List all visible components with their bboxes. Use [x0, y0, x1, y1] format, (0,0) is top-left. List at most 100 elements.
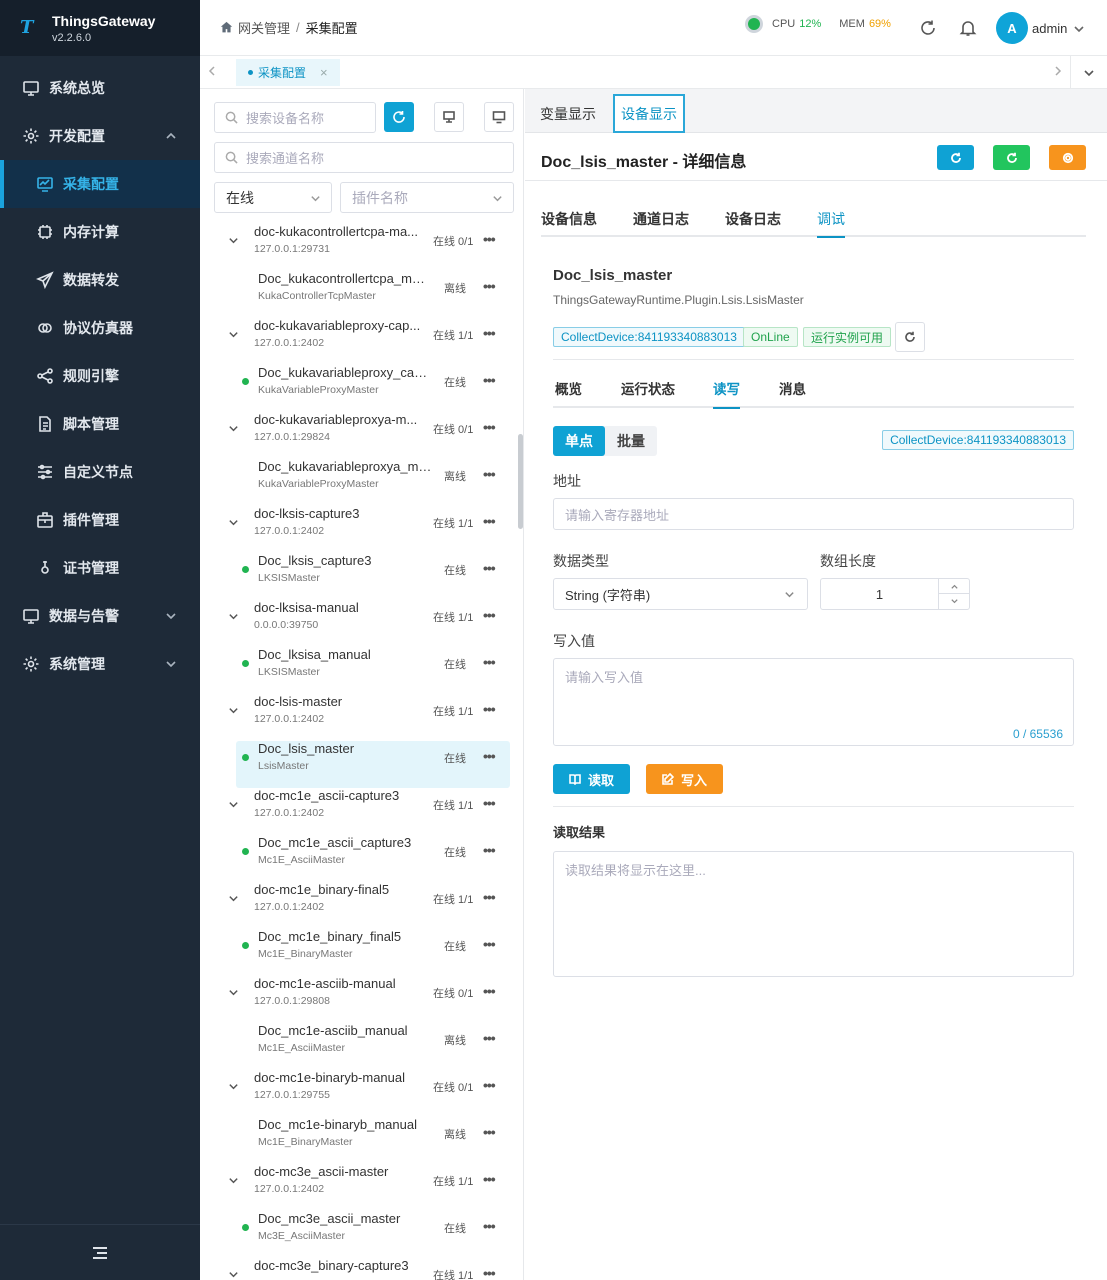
sidebar-item-6[interactable]: 规则引擎: [0, 352, 200, 400]
chevron-down-icon[interactable]: [228, 1174, 239, 1185]
device-search-input[interactable]: 搜索设备名称: [214, 102, 376, 133]
monitor-button[interactable]: [484, 102, 514, 132]
refresh-status-button[interactable]: [895, 322, 925, 352]
more-icon[interactable]: •••: [483, 936, 496, 952]
avatar[interactable]: A: [996, 12, 1028, 44]
array-length-value[interactable]: 1: [821, 579, 938, 609]
sidebar-item-11[interactable]: 数据与告警: [0, 592, 200, 640]
tree-device-node[interactable]: Doc_mc3e_ascii_master Mc3E_AsciiMaster 在线 •…: [200, 1211, 518, 1258]
tree-channel-node[interactable]: doc-lksis-capture3 127.0.0.1:2402 在线 1/1 ••…: [200, 506, 518, 553]
tab-read-write[interactable]: 读写: [713, 378, 740, 409]
more-icon[interactable]: •••: [483, 1030, 496, 1046]
sidebar-item-5[interactable]: 协议仿真器: [0, 304, 200, 352]
user-menu[interactable]: admin: [1032, 21, 1085, 36]
tree-channel-node[interactable]: doc-mc3e_binary-capture3 在线 1/1 •••: [200, 1258, 518, 1280]
bell-icon[interactable]: [959, 19, 977, 37]
chevron-down-icon[interactable]: [228, 892, 239, 903]
channel-search-input[interactable]: 搜索通道名称: [214, 142, 514, 173]
settings-device-button[interactable]: [1049, 145, 1086, 170]
tab-runtime-status[interactable]: 运行状态: [621, 378, 675, 398]
tree-channel-node[interactable]: doc-mc3e_ascii-master 127.0.0.1:2402 在线 1/…: [200, 1164, 518, 1211]
edit-device-button[interactable]: [434, 102, 464, 132]
tree-device-node[interactable]: Doc_lsis_master LsisMaster 在线 •••: [236, 741, 510, 788]
close-icon[interactable]: ×: [320, 65, 328, 80]
breadcrumb-item[interactable]: 网关管理: [238, 18, 290, 37]
mode-batch[interactable]: 批量: [605, 426, 657, 456]
sidebar-item-4[interactable]: 数据转发: [0, 256, 200, 304]
tree-device-node[interactable]: Doc_kukacontrollertcpa_man... KukaControl…: [200, 271, 518, 318]
read-result-textarea[interactable]: 读取结果将显示在这里...: [553, 851, 1074, 977]
more-icon[interactable]: •••: [483, 325, 496, 341]
refresh-tree-button[interactable]: [384, 102, 414, 132]
sidebar-collapse-button[interactable]: [0, 1224, 200, 1280]
sidebar-item-0[interactable]: 系统总览: [0, 64, 200, 112]
more-icon[interactable]: •••: [483, 842, 496, 858]
refresh-icon[interactable]: [919, 19, 937, 37]
write-button[interactable]: 写入: [646, 764, 723, 794]
more-icon[interactable]: •••: [483, 983, 496, 999]
chevron-down-icon[interactable]: [228, 328, 239, 339]
more-icon[interactable]: •••: [483, 607, 496, 623]
tree-device-node[interactable]: Doc_kukavariableproxya_ma... KukaVariable…: [200, 459, 518, 506]
tree-device-node[interactable]: Doc_lksis_capture3 LKSISMaster 在线 •••: [200, 553, 518, 600]
tree-device-node[interactable]: Doc_mc1e_binary_final5 Mc1E_BinaryMaster 在…: [200, 929, 518, 976]
data-type-select[interactable]: String (字符串): [553, 578, 808, 610]
chevron-down-icon[interactable]: [228, 234, 239, 245]
chevron-down-icon[interactable]: [228, 798, 239, 809]
chevron-down-icon[interactable]: [228, 704, 239, 715]
plugin-filter-select[interactable]: 插件名称: [340, 182, 514, 213]
more-icon[interactable]: •••: [483, 419, 496, 435]
restart-device-button[interactable]: [993, 145, 1030, 170]
write-value-textarea[interactable]: 请输入写入值 0 / 65536: [553, 658, 1074, 746]
more-icon[interactable]: •••: [483, 560, 496, 576]
tree-device-node[interactable]: Doc_lksisa_manual LKSISMaster 在线 •••: [200, 647, 518, 694]
chevron-down-icon[interactable]: [228, 1080, 239, 1091]
more-icon[interactable]: •••: [483, 701, 496, 717]
tree-channel-node[interactable]: doc-kukacontrollertcpa-ma... 127.0.0.1:29…: [200, 224, 518, 271]
tab-debug[interactable]: 调试: [817, 209, 845, 238]
sidebar-item-3[interactable]: 内存计算: [0, 208, 200, 256]
more-icon[interactable]: •••: [483, 513, 496, 529]
more-icon[interactable]: •••: [483, 1218, 496, 1234]
tab-messages[interactable]: 消息: [779, 378, 806, 398]
more-icon[interactable]: •••: [483, 1171, 496, 1187]
more-icon[interactable]: •••: [483, 372, 496, 388]
more-icon[interactable]: •••: [483, 231, 496, 247]
tab-menu-button[interactable]: [1070, 56, 1107, 89]
stepper-up-icon[interactable]: [939, 579, 969, 594]
sidebar-item-10[interactable]: 证书管理: [0, 544, 200, 592]
sidebar-item-2[interactable]: 采集配置: [0, 160, 200, 208]
tree-channel-node[interactable]: doc-lsis-master 127.0.0.1:2402 在线 1/1 •••: [200, 694, 518, 741]
more-icon[interactable]: •••: [483, 748, 496, 764]
tab-device-info[interactable]: 设备信息: [541, 209, 597, 229]
tree-device-node[interactable]: Doc_kukavariableproxy_capt... KukaVariabl…: [200, 365, 518, 412]
tree-channel-node[interactable]: doc-lksisa-manual 0.0.0.0:39750 在线 1/1 •••: [200, 600, 518, 647]
array-length-stepper[interactable]: 1: [820, 578, 970, 610]
stepper-down-icon[interactable]: [939, 594, 969, 609]
sidebar-item-9[interactable]: 插件管理: [0, 496, 200, 544]
sidebar-item-1[interactable]: 开发配置: [0, 112, 200, 160]
tab-overview[interactable]: 概览: [555, 378, 582, 398]
tree-channel-node[interactable]: doc-mc1e_binary-final5 127.0.0.1:2402 在线 1…: [200, 882, 518, 929]
tree-channel-node[interactable]: doc-mc1e-binaryb-manual 127.0.0.1:29755 在线…: [200, 1070, 518, 1117]
tree-device-node[interactable]: Doc_mc1e-binaryb_manual Mc1E_BinaryMaster…: [200, 1117, 518, 1164]
status-filter-select[interactable]: 在线: [214, 182, 332, 213]
tree-device-node[interactable]: Doc_mc1e_ascii_capture3 Mc1E_AsciiMaster 在…: [200, 835, 518, 882]
chevron-down-icon[interactable]: [228, 516, 239, 527]
tab-variable-view[interactable]: 变量显示: [525, 94, 611, 133]
more-icon[interactable]: •••: [483, 889, 496, 905]
sidebar-item-7[interactable]: 脚本管理: [0, 400, 200, 448]
more-icon[interactable]: •••: [483, 1077, 496, 1093]
sidebar-item-8[interactable]: 自定义节点: [0, 448, 200, 496]
address-input[interactable]: 请输入寄存器地址: [553, 498, 1074, 530]
mode-single[interactable]: 单点: [553, 426, 605, 456]
read-button[interactable]: 读取: [553, 764, 630, 794]
tree-channel-node[interactable]: doc-mc1e_ascii-capture3 127.0.0.1:2402 在线 …: [200, 788, 518, 835]
tab-scroll-left-icon[interactable]: [206, 65, 218, 77]
tree-device-node[interactable]: Doc_mc1e-asciib_manual Mc1E_AsciiMaster 离线…: [200, 1023, 518, 1070]
tab-device-log[interactable]: 设备日志: [725, 209, 781, 229]
tree-channel-node[interactable]: doc-mc1e-asciib-manual 127.0.0.1:29808 在线 …: [200, 976, 518, 1023]
tree-channel-node[interactable]: doc-kukavariableproxy-cap... 127.0.0.1:24…: [200, 318, 518, 365]
chevron-down-icon[interactable]: [228, 610, 239, 621]
chevron-down-icon[interactable]: [228, 1268, 239, 1279]
